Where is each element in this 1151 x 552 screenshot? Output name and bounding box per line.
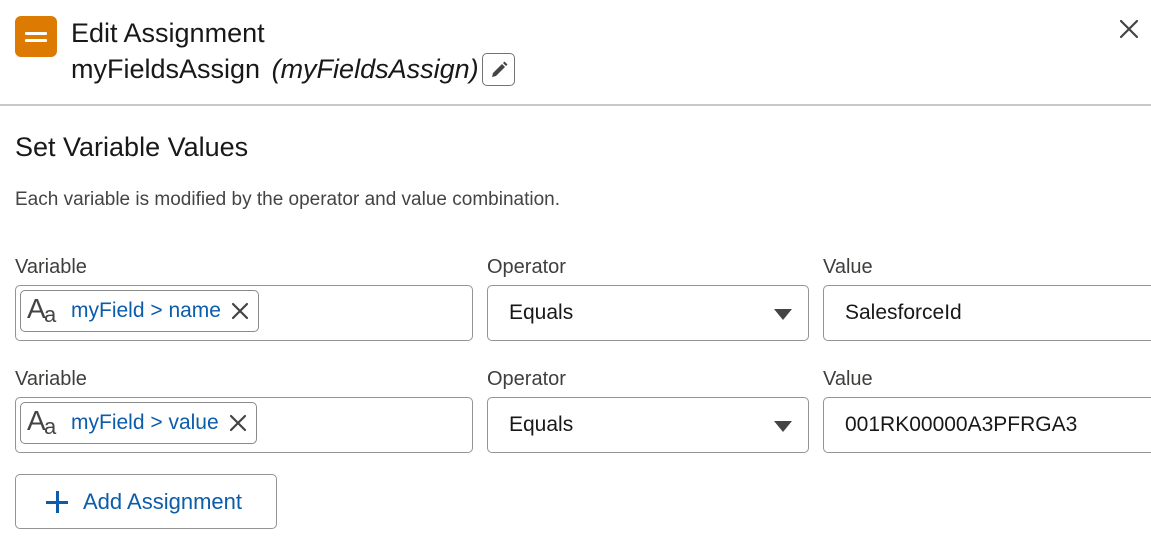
remove-pill-button[interactable] bbox=[230, 301, 250, 321]
add-assignment-label: Add Assignment bbox=[83, 488, 242, 514]
edit-name-button[interactable] bbox=[482, 53, 515, 86]
close-icon bbox=[231, 302, 249, 320]
modal-header: Edit Assignment myFieldsAssign (myFields… bbox=[0, 0, 1151, 106]
operator-selected-value: Equals bbox=[509, 413, 574, 436]
text-type-icon: Aa bbox=[27, 405, 57, 439]
value-input-text: SalesforceId bbox=[845, 301, 962, 324]
variable-label: Variable bbox=[15, 368, 87, 390]
variable-pill-label: myField > name bbox=[71, 299, 221, 322]
value-input[interactable]: SalesforceId bbox=[823, 285, 1151, 341]
operator-select[interactable]: Equals bbox=[487, 397, 809, 453]
add-assignment-button[interactable]: Add Assignment bbox=[15, 474, 277, 529]
plus-icon bbox=[46, 490, 68, 513]
element-label: myFieldsAssign bbox=[71, 54, 261, 84]
remove-pill-button[interactable] bbox=[228, 413, 248, 433]
value-input[interactable]: 001RK00000A3PFRGA3 bbox=[823, 397, 1151, 453]
value-input-text: 001RK00000A3PFRGA3 bbox=[845, 413, 1078, 436]
dropdown-arrow-icon bbox=[774, 421, 792, 432]
text-type-icon: Aa bbox=[27, 293, 57, 327]
variable-pill-label: myField > value bbox=[71, 411, 219, 434]
section-title: Set Variable Values bbox=[15, 132, 249, 162]
variable-pill: Aa myField > value bbox=[20, 402, 257, 444]
variable-label: Variable bbox=[15, 256, 87, 278]
operator-label: Operator bbox=[487, 368, 566, 390]
element-name: myFieldsAssign (myFieldsAssign) bbox=[71, 53, 479, 85]
operator-select[interactable]: Equals bbox=[487, 285, 809, 341]
element-api-name: (myFieldsAssign) bbox=[271, 54, 479, 84]
operator-selected-value: Equals bbox=[509, 301, 574, 324]
close-icon bbox=[229, 414, 246, 432]
modal-title: Edit Assignment bbox=[71, 18, 265, 48]
assignment-icon bbox=[15, 16, 57, 57]
pencil-icon bbox=[491, 61, 507, 77]
section-description: Each variable is modified by the operato… bbox=[15, 189, 560, 210]
variable-field[interactable]: Aa myField > value bbox=[15, 397, 473, 453]
close-button[interactable] bbox=[1116, 16, 1142, 42]
variable-field[interactable]: Aa myField > name bbox=[15, 285, 473, 341]
dropdown-arrow-icon bbox=[774, 309, 792, 320]
value-label: Value bbox=[823, 256, 873, 278]
operator-label: Operator bbox=[487, 256, 566, 278]
variable-pill: Aa myField > name bbox=[20, 290, 259, 332]
close-icon bbox=[1119, 19, 1139, 39]
value-label: Value bbox=[823, 368, 873, 390]
